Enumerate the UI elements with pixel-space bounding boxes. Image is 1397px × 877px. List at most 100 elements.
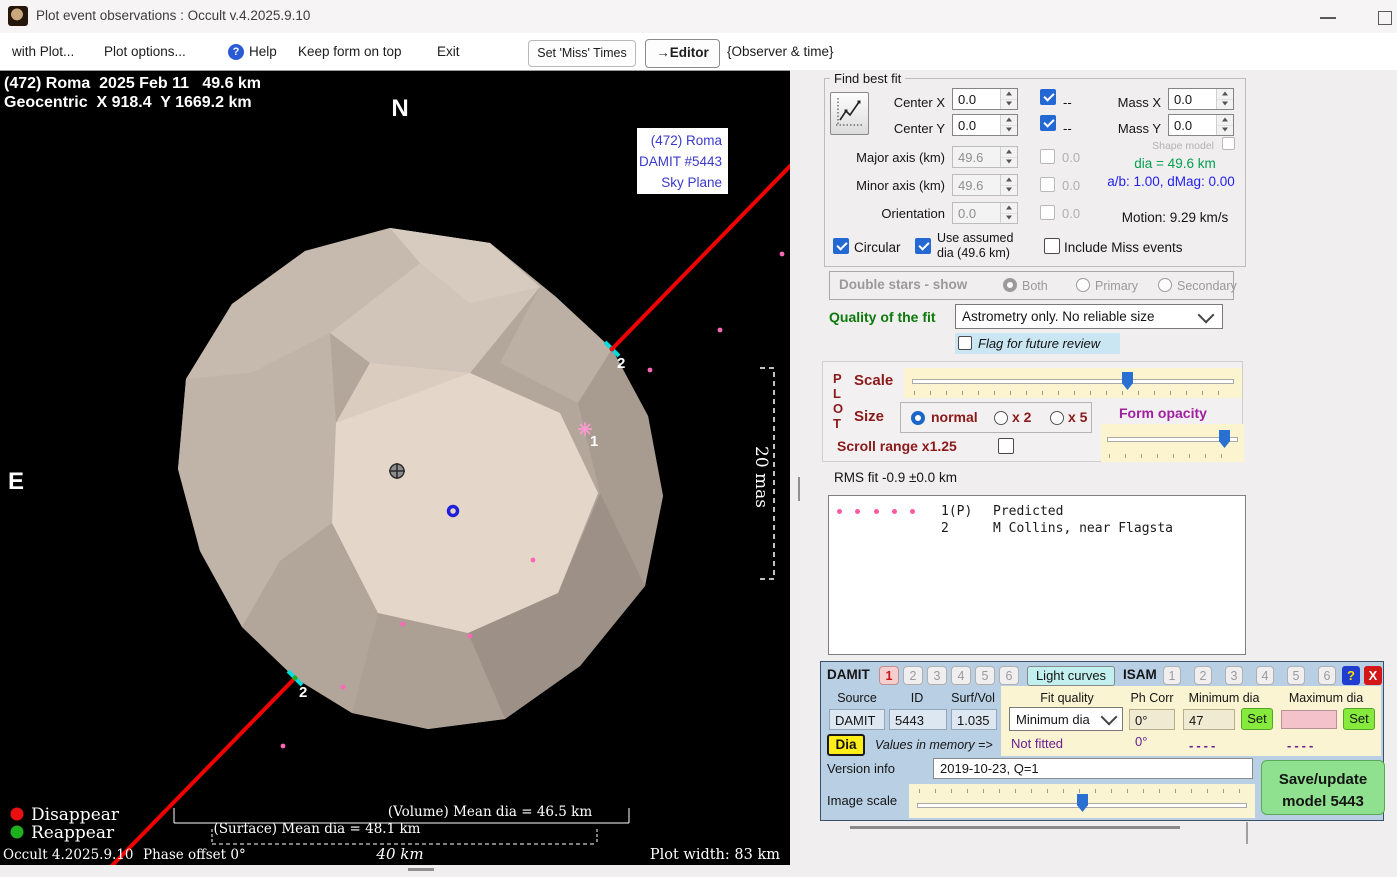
circular-checkbox[interactable]	[833, 238, 849, 254]
quality-combobox[interactable]: Astrometry only. No reliable size	[955, 304, 1223, 329]
include-miss-checkbox[interactable]	[1044, 238, 1060, 254]
double-stars-group: Double stars - show Both Primary Seconda…	[829, 271, 1234, 300]
mass-y-spinner[interactable]: 0.0	[1168, 114, 1234, 136]
marker-1-label: 1	[590, 433, 598, 450]
damit-label: DAMIT	[827, 667, 870, 682]
center-x-label: Center X	[860, 95, 945, 110]
center-y-checkbox[interactable]	[1040, 115, 1056, 131]
menu-help[interactable]: Help	[249, 44, 277, 59]
find-best-fit-title: Find best fit	[830, 71, 905, 86]
panel-scrollbar[interactable]	[850, 826, 1180, 829]
mass-x-spinner[interactable]: 0.0	[1168, 88, 1234, 110]
minimize-icon[interactable]	[1320, 17, 1336, 19]
menu-exit[interactable]: Exit	[437, 44, 460, 59]
mass-y-spin-arrows[interactable]	[1216, 115, 1233, 135]
obs-num: 2	[941, 521, 993, 536]
damit-tab-3[interactable]: 3	[927, 666, 947, 685]
center-x-spinner[interactable]: 0.0	[952, 88, 1018, 110]
mass-x-spin-arrows[interactable]	[1216, 89, 1233, 109]
flag-review-checkbox[interactable]	[958, 336, 972, 350]
panel-scrollbar-v[interactable]	[1246, 822, 1248, 844]
dia-button[interactable]: Dia	[827, 734, 865, 756]
scalebar-40km-label: 40 km	[375, 845, 423, 863]
orientation-spin-arrows	[1000, 203, 1017, 223]
damit-tab-4[interactable]: 4	[951, 666, 971, 685]
size-x5-radio[interactable]	[1050, 411, 1064, 425]
isam-tab-6[interactable]: 6	[1318, 666, 1336, 685]
panel-help-button[interactable]: ?	[1342, 666, 1360, 685]
editor-button[interactable]: →Editor	[645, 39, 720, 68]
app-icon	[8, 6, 28, 26]
size-x2-label: x 2	[1012, 410, 1031, 425]
form-opacity-slider[interactable]	[1101, 424, 1244, 462]
vertical-splitter[interactable]	[798, 477, 800, 501]
set-max-dia-button[interactable]: Set	[1343, 708, 1375, 730]
flag-review-wrap: Flag for future review	[955, 333, 1120, 354]
light-curves-button[interactable]: Light curves	[1027, 666, 1115, 686]
mas-scale-label: 20 mas	[751, 446, 771, 508]
damit-tab-2[interactable]: 2	[903, 666, 923, 685]
fit-quality-value: Minimum dia	[1010, 712, 1103, 727]
sky-plane-plot[interactable]: 2 2 1 (472) Roma 2025 Feb 11 49.6 km Geo…	[0, 70, 790, 865]
model-label-line2: DAMIT #5443	[639, 154, 722, 169]
menu-plot-options[interactable]: Plot options...	[104, 44, 186, 59]
image-scale-slider[interactable]	[909, 784, 1255, 818]
minor-axis-checkbox	[1040, 177, 1055, 192]
menu-keep-form-on-top[interactable]: Keep form on top	[298, 44, 402, 59]
damit-tab-6[interactable]: 6	[999, 666, 1019, 685]
scale-slider[interactable]	[904, 368, 1242, 398]
plot-letter-p: P	[833, 371, 842, 386]
minor-axis-aux: 0.0	[1062, 178, 1080, 193]
max-dia-header: Maximum dia	[1279, 691, 1373, 706]
values-in-memory-label: Values in memory =>	[875, 738, 993, 753]
use-assumed-dia-checkbox[interactable]	[915, 238, 931, 254]
center-y-spin-arrows[interactable]	[1000, 115, 1017, 135]
list-item[interactable]: 1(P) Predicted	[829, 503, 1245, 520]
min-dia-field[interactable]: 47	[1183, 709, 1235, 730]
damit-tab-1[interactable]: 1	[879, 666, 899, 685]
menu-with-plot[interactable]: with Plot...	[12, 44, 74, 59]
help-icon[interactable]: ?	[228, 44, 244, 60]
obs-name: Predicted	[993, 504, 1063, 519]
size-normal-radio[interactable]	[911, 411, 925, 425]
circular-label: Circular	[854, 240, 901, 255]
obs-name: M Collins, near Flagsta	[993, 521, 1173, 536]
scale-slider-thumb[interactable]	[1122, 372, 1133, 390]
center-x-checkbox[interactable]	[1040, 89, 1056, 105]
version-info-field[interactable]: 2019-10-23, Q=1	[933, 758, 1253, 779]
set-min-dia-button[interactable]: Set	[1241, 708, 1273, 730]
size-x2-radio[interactable]	[994, 411, 1008, 425]
fit-quality-combobox[interactable]: Minimum dia	[1009, 707, 1123, 731]
save-update-button[interactable]: Save/update model 5443	[1261, 760, 1385, 815]
fit-quality-header: Fit quality	[1011, 691, 1123, 706]
isam-tab-3[interactable]: 3	[1225, 666, 1243, 685]
isam-tab-2[interactable]: 2	[1194, 666, 1212, 685]
center-y-spinner[interactable]: 0.0	[952, 114, 1018, 136]
scroll-range-checkbox[interactable]	[998, 438, 1014, 454]
set-miss-times-button[interactable]: Set 'Miss' Times	[528, 40, 636, 67]
center-y-label: Center Y	[860, 121, 945, 136]
legend-disappear: Disappear	[31, 805, 120, 825]
plot-letter-o: O	[833, 401, 843, 416]
max-dia-field[interactable]	[1281, 710, 1337, 729]
horizontal-scrollbar[interactable]	[408, 868, 434, 871]
ph-corr-field[interactable]: 0°	[1129, 709, 1175, 730]
list-item[interactable]: 2 M Collins, near Flagsta	[829, 520, 1245, 537]
isam-tab-1[interactable]: 1	[1163, 666, 1181, 685]
observations-listbox[interactable]: 1(P) Predicted 2 M Collins, near Flagsta	[828, 495, 1246, 655]
surfvol-field: 1.035	[951, 709, 997, 730]
image-scale-label: Image scale	[827, 793, 897, 808]
isam-tab-5[interactable]: 5	[1287, 666, 1305, 685]
shape-model-checkbox[interactable]	[1222, 137, 1235, 150]
shape-model-panel: DAMIT 1 2 3 4 5 6 Light curves ISAM 1 2 …	[820, 661, 1384, 821]
image-scale-slider-thumb[interactable]	[1077, 794, 1088, 812]
damit-tab-5[interactable]: 5	[975, 666, 995, 685]
form-opacity-slider-thumb[interactable]	[1219, 430, 1230, 448]
maximize-icon[interactable]	[1378, 11, 1392, 25]
legend-reappear: Reappear	[31, 823, 115, 843]
isam-tab-4[interactable]: 4	[1256, 666, 1274, 685]
double-stars-title: Double stars - show	[839, 277, 967, 292]
panel-close-button[interactable]: X	[1364, 666, 1382, 685]
center-x-spin-arrows[interactable]	[1000, 89, 1017, 109]
surface-dia-label: (Surface) Mean dia = 48.1 km	[214, 821, 421, 837]
